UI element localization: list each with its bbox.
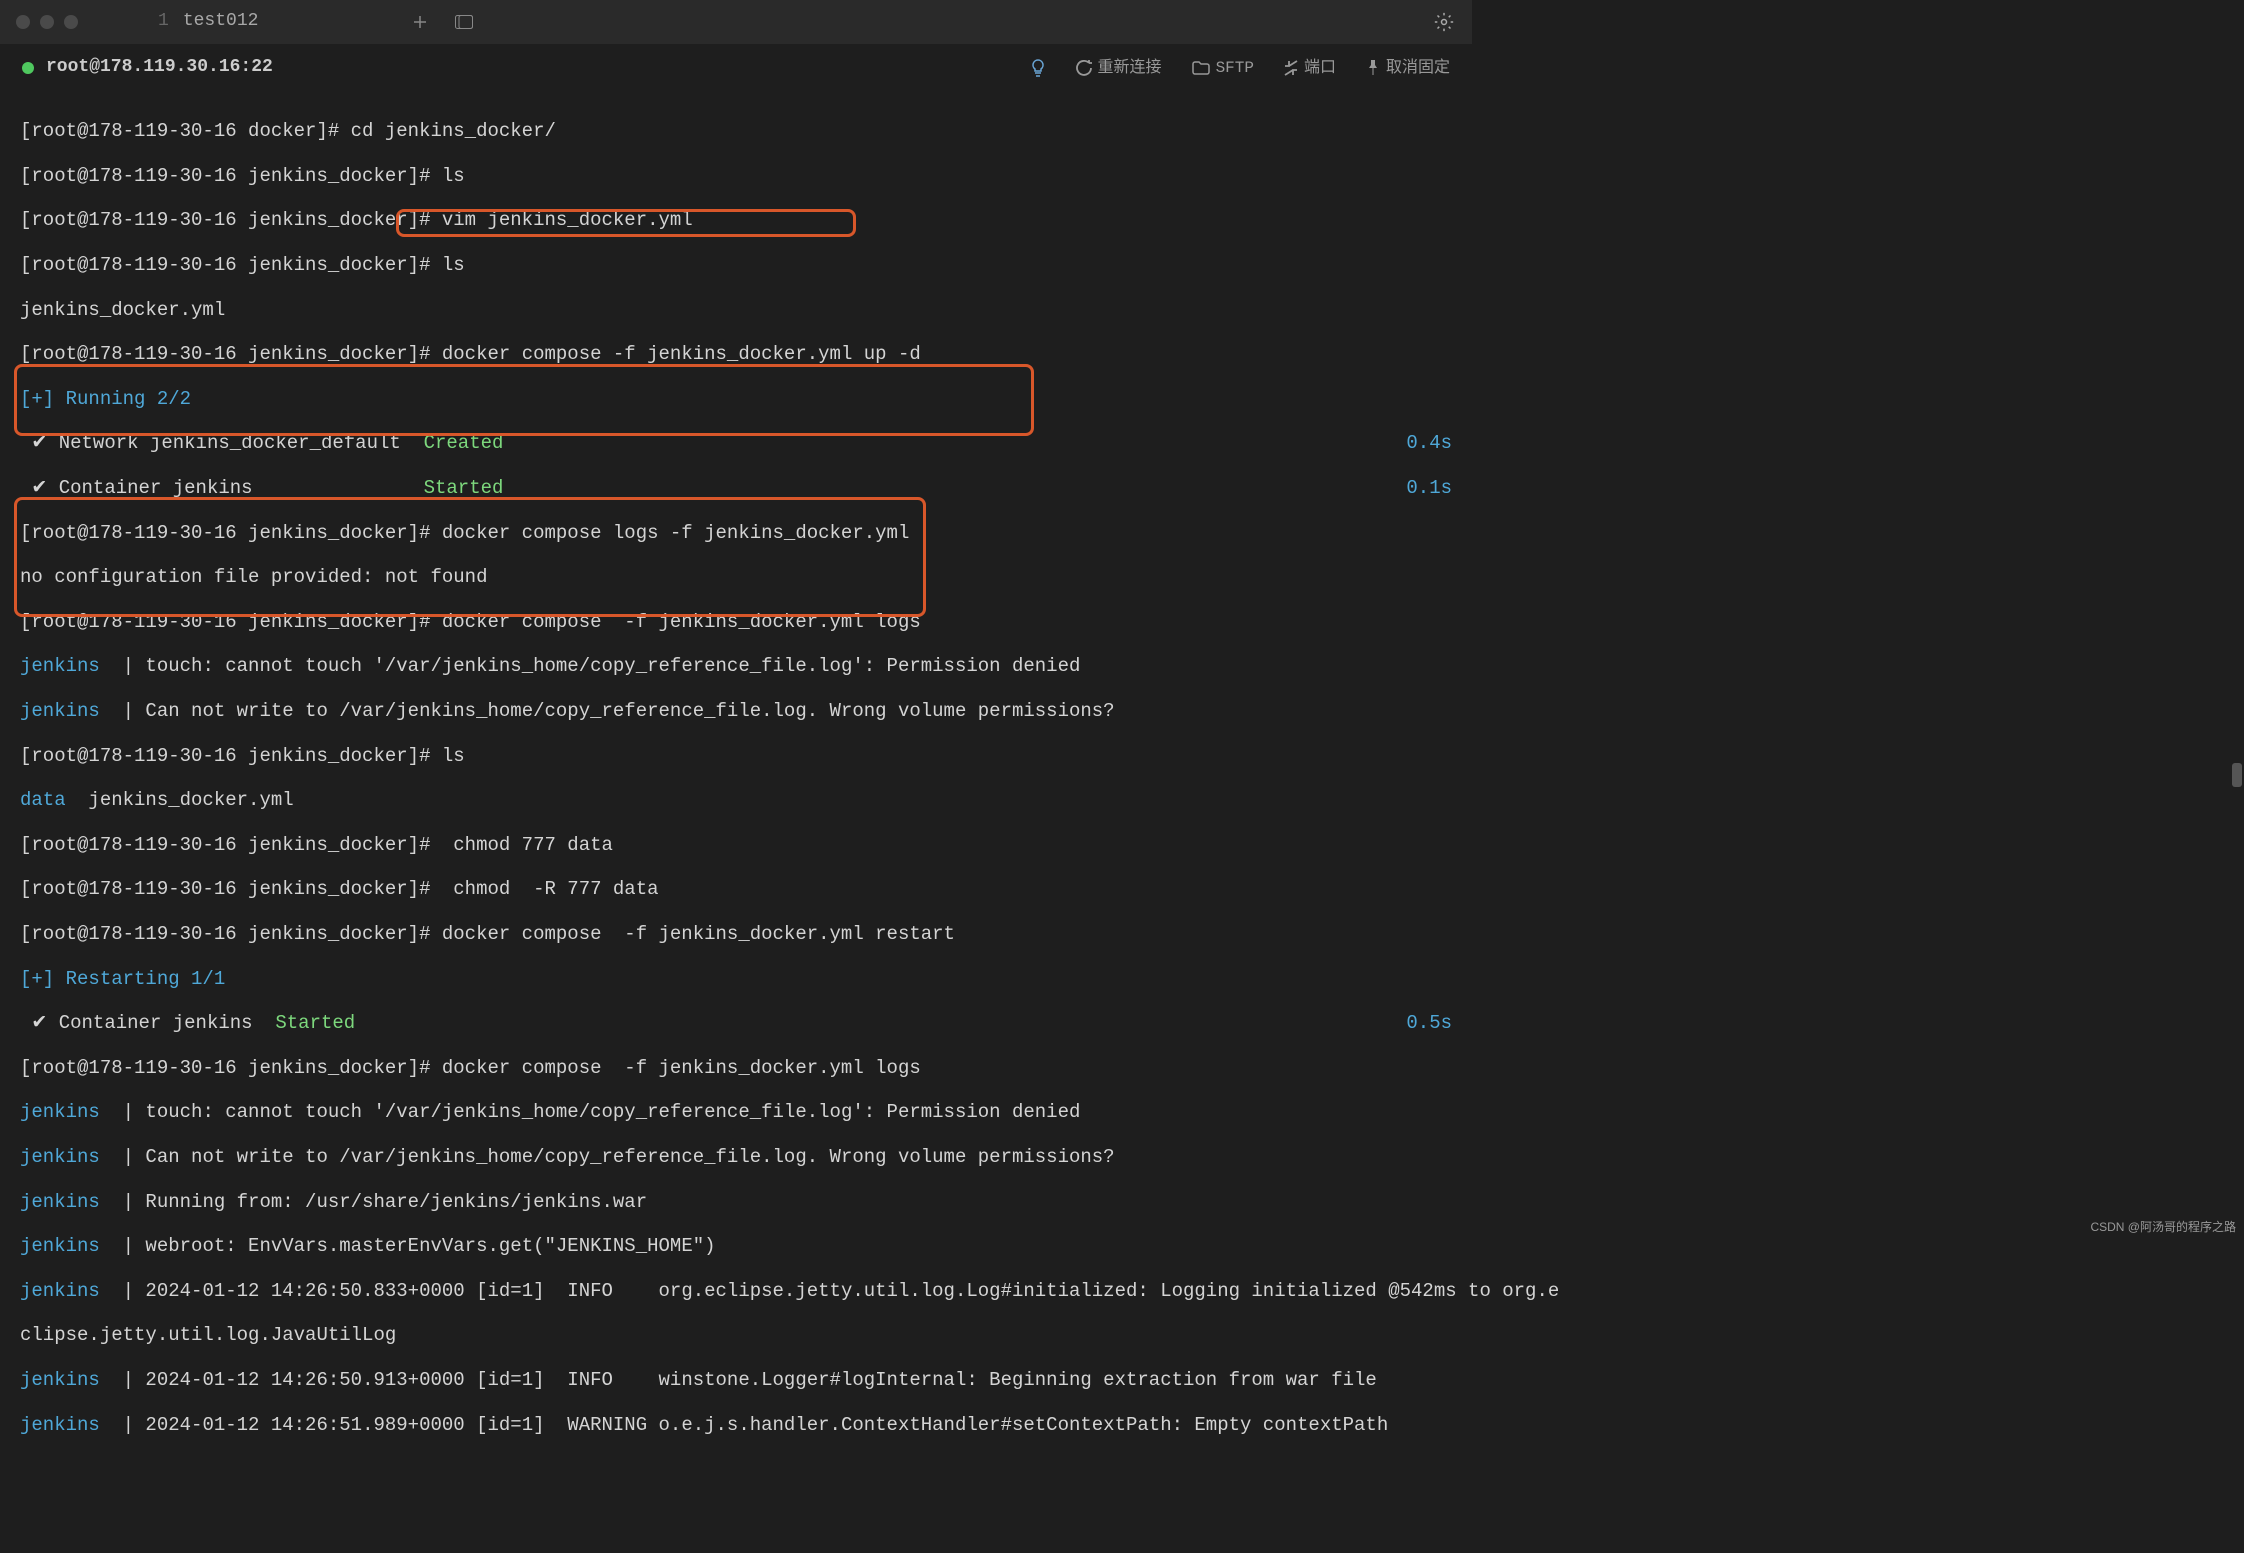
- terminal-line: [root@178-119-30-16 jenkins_docker]# doc…: [20, 343, 1452, 365]
- close-window-icon[interactable]: [16, 15, 30, 29]
- highlight-box: [14, 497, 926, 617]
- terminal-line: no configuration file provided: not foun…: [20, 566, 1452, 588]
- terminal-line: jenkins | 2024-01-12 14:26:50.833+0000 […: [20, 1280, 1452, 1302]
- title-bar: 1 test012: [0, 0, 1472, 44]
- port-button[interactable]: 端口: [1284, 59, 1336, 78]
- terminal-line: [root@178-119-30-16 jenkins_docker]# doc…: [20, 611, 1452, 633]
- terminal-line: jenkins | Can not write to /var/jenkins_…: [20, 1146, 1452, 1168]
- unpin-label: 取消固定: [1386, 59, 1450, 78]
- terminal-line: [root@178-119-30-16 jenkins_docker]# vim…: [20, 209, 1452, 231]
- split-pane-icon[interactable]: [452, 10, 476, 34]
- terminal-line: jenkins | Running from: /usr/share/jenki…: [20, 1191, 1452, 1213]
- terminal-line: [+] Running 2/2: [20, 388, 1452, 410]
- connection-label: root@178.119.30.16:22: [46, 57, 273, 78]
- maximize-window-icon[interactable]: [64, 15, 78, 29]
- tab-name: test012: [183, 11, 259, 32]
- terminal-line: [+] Restarting 1/1: [20, 968, 1452, 990]
- sftp-button[interactable]: SFTP: [1192, 59, 1254, 78]
- terminal-line: ✔ Container jenkins Started0.1s: [20, 477, 1452, 499]
- new-tab-icon[interactable]: [408, 10, 432, 34]
- terminal-line: [root@178-119-30-16 jenkins_docker]# ls: [20, 165, 1452, 187]
- terminal-line: clipse.jetty.util.log.JavaUtilLog: [20, 1324, 1452, 1346]
- terminal-output[interactable]: [root@178-119-30-16 docker]# cd jenkins_…: [0, 92, 1472, 1553]
- lightbulb-button[interactable]: [1030, 59, 1046, 77]
- terminal-line: [root@178-119-30-16 jenkins_docker]# doc…: [20, 923, 1452, 945]
- terminal-line: [root@178-119-30-16 jenkins_docker]# ls: [20, 254, 1452, 276]
- terminal-line: jenkins_docker.yml: [20, 299, 1452, 321]
- terminal-line: [root@178-119-30-16 jenkins_docker]# doc…: [20, 522, 1452, 544]
- tab-terminal[interactable]: 1 test012: [146, 0, 270, 44]
- traffic-lights: [16, 15, 78, 29]
- port-label: 端口: [1304, 59, 1336, 78]
- watermark: CSDN @阿汤哥的程序之路: [2090, 1220, 2236, 1234]
- sftp-label: SFTP: [1216, 59, 1254, 78]
- terminal-line: jenkins | touch: cannot touch '/var/jenk…: [20, 655, 1452, 677]
- terminal-line: [root@178-119-30-16 jenkins_docker]# doc…: [20, 1057, 1452, 1079]
- terminal-line: jenkins | touch: cannot touch '/var/jenk…: [20, 1101, 1452, 1123]
- connection-bar: root@178.119.30.16:22 重新连接 SFTP 端口 取消固定: [0, 44, 1472, 92]
- terminal-line: ✔ Container jenkins Started0.5s: [20, 1012, 1452, 1034]
- reconnect-label: 重新连接: [1098, 59, 1162, 78]
- terminal-line: [root@178-119-30-16 jenkins_docker]# chm…: [20, 834, 1452, 856]
- scrollbar-thumb[interactable]: [2232, 763, 2242, 787]
- tab-number: 1: [158, 11, 169, 32]
- unpin-button[interactable]: 取消固定: [1366, 59, 1450, 78]
- reconnect-button[interactable]: 重新连接: [1076, 59, 1162, 78]
- settings-icon[interactable]: [1432, 10, 1456, 34]
- minimize-window-icon[interactable]: [40, 15, 54, 29]
- terminal-line: ✔ Network jenkins_docker_default Created…: [20, 432, 1452, 454]
- terminal-line: [root@178-119-30-16 jenkins_docker]# chm…: [20, 878, 1452, 900]
- connection-status-icon: [22, 62, 34, 74]
- terminal-line: jenkins | 2024-01-12 14:26:50.913+0000 […: [20, 1369, 1452, 1391]
- terminal-line: data jenkins_docker.yml: [20, 789, 1452, 811]
- terminal-line: jenkins | 2024-01-12 14:26:51.989+0000 […: [20, 1414, 1452, 1436]
- terminal-line: [root@178-119-30-16 docker]# cd jenkins_…: [20, 120, 1452, 142]
- terminal-line: jenkins | Can not write to /var/jenkins_…: [20, 700, 1452, 722]
- terminal-line: [root@178-119-30-16 jenkins_docker]# ls: [20, 745, 1452, 767]
- terminal-line: jenkins | webroot: EnvVars.masterEnvVars…: [20, 1235, 1452, 1257]
